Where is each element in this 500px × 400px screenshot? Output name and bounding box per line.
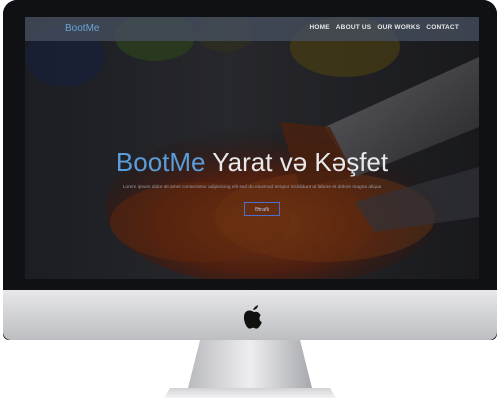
monitor-stand [164,340,336,398]
